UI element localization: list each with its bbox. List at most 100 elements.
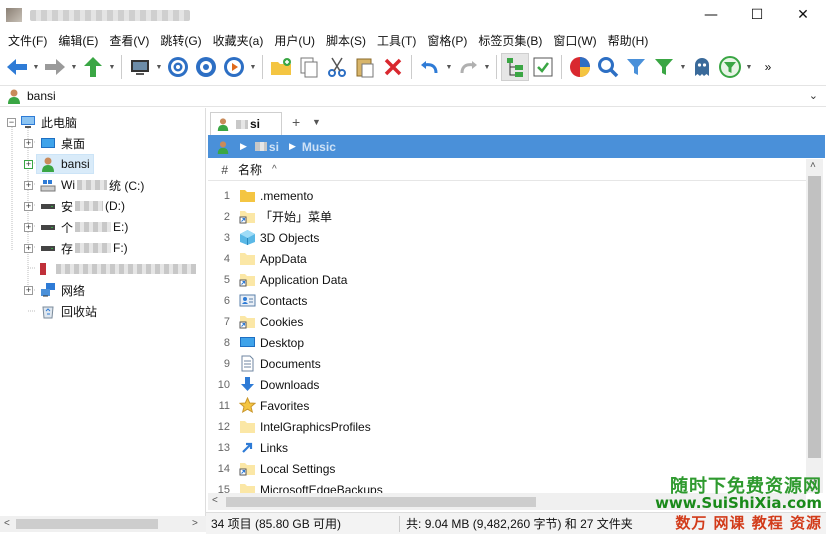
file-list-horizontal-scrollbar[interactable]: <: [208, 493, 806, 510]
back-dropdown[interactable]: ▼: [31, 53, 41, 81]
menu-panes[interactable]: 窗格(P): [423, 32, 471, 49]
scroll-left-icon[interactable]: <: [212, 495, 218, 506]
menu-go[interactable]: 跳转(G): [156, 32, 205, 49]
breadcrumb-root[interactable]: [216, 140, 230, 154]
file-row[interactable]: 12 IntelGraphicsProfiles: [208, 416, 806, 437]
target-icon[interactable]: [164, 53, 192, 81]
file-name[interactable]: Favorites: [260, 399, 309, 413]
filter-circle-icon[interactable]: [716, 53, 744, 81]
ghost-icon[interactable]: [688, 53, 716, 81]
new-tab-button[interactable]: +: [292, 114, 300, 130]
tree-item-recycle-bin[interactable]: 回收站: [40, 301, 97, 321]
file-name[interactable]: Links: [260, 441, 288, 455]
redo-dropdown[interactable]: ▼: [482, 53, 492, 81]
computer-icon[interactable]: [126, 53, 154, 81]
scroll-left-icon[interactable]: <: [4, 518, 10, 529]
file-row[interactable]: 4 AppData: [208, 248, 806, 269]
address-bar[interactable]: bansi ⌄: [0, 85, 826, 107]
expander-this-pc[interactable]: −: [7, 118, 16, 127]
file-list-vertical-scrollbar[interactable]: ˄ ˅: [806, 159, 823, 493]
menu-edit[interactable]: 编辑(E): [54, 32, 102, 49]
menu-favorites[interactable]: 收藏夹(a): [209, 32, 268, 49]
menu-tools[interactable]: 工具(T): [373, 32, 420, 49]
filter-circle-dropdown[interactable]: ▼: [744, 53, 754, 81]
scroll-right-icon[interactable]: >: [192, 518, 198, 529]
menu-file[interactable]: 文件(F): [4, 32, 51, 49]
file-name[interactable]: Local Settings: [260, 462, 335, 476]
file-name[interactable]: Contacts: [260, 294, 307, 308]
checkbox-icon[interactable]: [529, 53, 557, 81]
blue-circle-icon[interactable]: [192, 53, 220, 81]
redo-icon[interactable]: [454, 53, 482, 81]
tree-view-icon[interactable]: [501, 53, 529, 81]
expander-drive-e[interactable]: +: [24, 223, 33, 232]
expander-drive-c[interactable]: +: [24, 181, 33, 190]
scroll-up-icon[interactable]: ˄: [810, 160, 816, 171]
up-dropdown[interactable]: ▼: [107, 53, 117, 81]
tree-item-drive-c[interactable]: Wi 统 (C:): [40, 175, 144, 195]
menu-help[interactable]: 帮助(H): [604, 32, 653, 49]
scrollbar-thumb[interactable]: [16, 519, 158, 529]
maximize-button[interactable]: ☐: [734, 0, 780, 30]
file-row[interactable]: 6 Contacts: [208, 290, 806, 311]
tree-item-drive-e[interactable]: 个 E:): [40, 217, 128, 237]
file-name[interactable]: 「开始」菜单: [260, 208, 332, 225]
breadcrumb-user[interactable]: si: [269, 140, 279, 154]
address-dropdown-icon[interactable]: ⌄: [809, 89, 818, 102]
menu-user[interactable]: 用户(U): [270, 32, 319, 49]
forward-dropdown[interactable]: ▼: [69, 53, 79, 81]
orange-circle-icon[interactable]: [220, 53, 248, 81]
undo-dropdown[interactable]: ▼: [444, 53, 454, 81]
chevron-right-icon[interactable]: ▶: [289, 141, 296, 152]
file-row[interactable]: 14 Local Settings: [208, 458, 806, 479]
expander-network[interactable]: +: [24, 286, 33, 295]
copy-icon[interactable]: [295, 53, 323, 81]
paste-icon[interactable]: [351, 53, 379, 81]
up-arrow-icon[interactable]: [79, 53, 107, 81]
undo-icon[interactable]: [416, 53, 444, 81]
file-name[interactable]: Documents: [260, 357, 321, 371]
circle-dropdown[interactable]: ▼: [248, 53, 258, 81]
computer-dropdown[interactable]: ▼: [154, 53, 164, 81]
address-path[interactable]: bansi: [27, 89, 56, 103]
close-button[interactable]: ✕: [780, 0, 826, 30]
search-icon[interactable]: [594, 53, 622, 81]
file-row[interactable]: 9 Documents: [208, 353, 806, 374]
file-row[interactable]: 13 Links: [208, 437, 806, 458]
forward-arrow-icon[interactable]: [41, 53, 69, 81]
chevron-right-icon[interactable]: ▶: [240, 141, 247, 152]
file-name[interactable]: Downloads: [260, 378, 319, 392]
tree-item-desktop[interactable]: 桌面: [40, 133, 85, 153]
file-row[interactable]: 2 「开始」菜单: [208, 206, 806, 227]
tab-list-dropdown[interactable]: ▼: [312, 117, 321, 127]
tree-item-redacted[interactable]: [40, 259, 198, 279]
tree-item-network[interactable]: 网络: [40, 280, 85, 300]
expander-user[interactable]: +: [24, 160, 33, 169]
menu-window[interactable]: 窗口(W): [549, 32, 600, 49]
menu-tabsets[interactable]: 标签页集(B): [474, 32, 546, 49]
file-name[interactable]: MicrosoftEdgeBackups: [260, 483, 383, 494]
delete-icon[interactable]: [379, 53, 407, 81]
menu-view[interactable]: 查看(V): [105, 32, 153, 49]
toolbar-overflow-button[interactable]: »: [754, 53, 782, 81]
minimize-button[interactable]: —: [688, 0, 734, 30]
file-name[interactable]: Cookies: [260, 315, 303, 329]
file-row[interactable]: 3 3D Objects: [208, 227, 806, 248]
file-row[interactable]: 8 Desktop: [208, 332, 806, 353]
file-name[interactable]: IntelGraphicsProfiles: [260, 420, 371, 434]
file-row[interactable]: 15 MicrosoftEdgeBackups: [208, 479, 806, 493]
file-row[interactable]: 7 Cookies: [208, 311, 806, 332]
column-number[interactable]: #: [208, 163, 232, 177]
file-name[interactable]: .memento: [260, 189, 313, 203]
file-name[interactable]: 3D Objects: [260, 231, 319, 245]
back-arrow-icon[interactable]: [3, 53, 31, 81]
file-name[interactable]: Application Data: [260, 273, 347, 287]
menu-scripting[interactable]: 脚本(S): [322, 32, 370, 49]
scrollbar-thumb[interactable]: [226, 497, 536, 507]
green-filter-icon[interactable]: [650, 53, 678, 81]
tree-item-user[interactable]: bansi: [36, 154, 94, 174]
tab-user[interactable]: si: [210, 112, 282, 135]
file-name[interactable]: AppData: [260, 252, 307, 266]
cut-icon[interactable]: [323, 53, 351, 81]
expander-drive-d[interactable]: +: [24, 202, 33, 211]
